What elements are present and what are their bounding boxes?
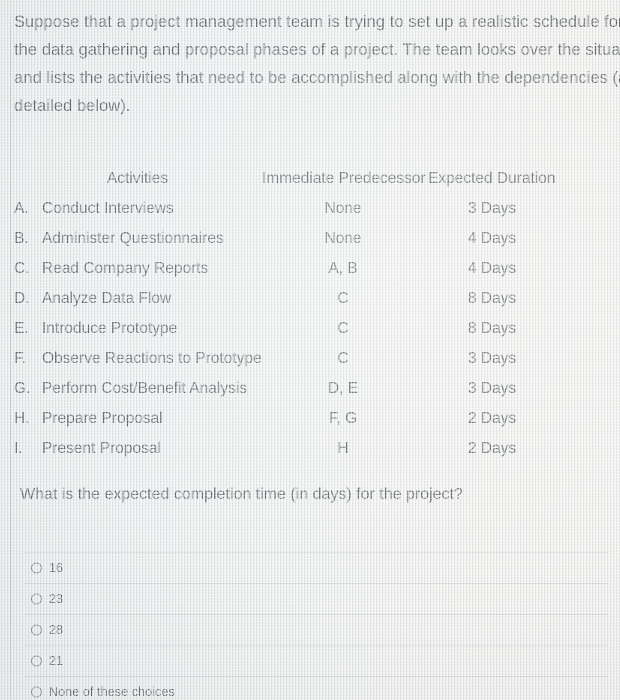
row-letter: D. [14, 290, 30, 307]
row-predecessor: C [337, 320, 349, 337]
row-duration: 3 Days [467, 380, 517, 397]
activity-dependency-table: Activities Immediate Predecessor Expecte… [0, 170, 620, 470]
radio-button-icon[interactable] [31, 655, 42, 666]
row-activity: Analyze Data Flow [42, 290, 172, 307]
row-predecessor: D, E [327, 380, 359, 397]
row-activity: Introduce Prototype [42, 320, 178, 337]
table-row: D. Analyze Data Flow C 8 Days [0, 290, 620, 320]
row-duration: 8 Days [467, 290, 517, 307]
answer-option[interactable]: 23 [0, 583, 620, 614]
row-activity: Conduct Interviews [42, 200, 174, 217]
row-duration: 4 Days [467, 230, 517, 247]
row-letter: G. [14, 380, 31, 397]
radio-button-icon[interactable] [31, 686, 42, 697]
table-row: H. Prepare Proposal F, G 2 Days [0, 410, 620, 440]
row-letter: B. [14, 230, 29, 247]
row-predecessor: C [337, 290, 349, 307]
question-prompt-paragraph: Suppose that a project management team i… [14, 8, 620, 120]
answer-option[interactable]: None of these choices [0, 676, 620, 700]
answer-option-label: 28 [49, 622, 64, 637]
row-letter: H. [14, 410, 30, 427]
quiz-screenshot: Suppose that a project management team i… [0, 0, 620, 700]
row-letter: A. [14, 200, 29, 217]
row-duration: 3 Days [467, 350, 517, 367]
table-header-row: Activities Immediate Predecessor Expecte… [0, 170, 620, 200]
prompt-line: and lists the activities that need to be… [14, 69, 620, 87]
table-row: I. Present Proposal H 2 Days [0, 440, 620, 470]
row-activity: Prepare Proposal [42, 410, 163, 427]
answer-options-list: 16 23 28 21 None of these choices [0, 552, 620, 700]
radio-button-icon[interactable] [31, 624, 42, 635]
table-row: G. Perform Cost/Benefit Analysis D, E 3 … [0, 380, 620, 410]
answer-option-label: 16 [49, 560, 64, 575]
prompt-line: detailed below). [14, 97, 131, 115]
table-row: B. Administer Questionnaires None 4 Days [0, 230, 620, 260]
row-predecessor: A, B [328, 260, 358, 277]
answer-option[interactable]: 16 [0, 552, 620, 583]
question-text: What is the expected completion time (in… [20, 486, 463, 503]
answer-option[interactable]: 21 [0, 645, 620, 676]
row-predecessor: C [337, 350, 349, 367]
row-activity: Administer Questionnaires [42, 230, 224, 247]
row-duration: 3 Days [467, 200, 517, 217]
row-predecessor: None [324, 230, 362, 247]
column-header-activities: Activities [106, 170, 169, 187]
answer-option[interactable]: 28 [0, 614, 620, 645]
row-duration: 8 Days [467, 320, 517, 337]
row-letter: C. [14, 260, 30, 277]
column-header-duration: Expected Duration [428, 170, 556, 187]
row-letter: E. [14, 320, 29, 337]
row-letter: F. [14, 350, 27, 367]
row-predecessor: H [337, 440, 349, 457]
prompt-line: Suppose that a project management team i… [14, 13, 620, 31]
table-row: E. Introduce Prototype C 8 Days [0, 320, 620, 350]
row-duration: 2 Days [467, 410, 517, 427]
table-row: C. Read Company Reports A, B 4 Days [0, 260, 620, 290]
table-row: F. Observe Reactions to Prototype C 3 Da… [0, 350, 620, 380]
row-predecessor: None [324, 200, 362, 217]
answer-option-label: None of these choices [49, 684, 175, 699]
prompt-line: the data gathering and proposal phases o… [14, 41, 620, 59]
row-duration: 2 Days [467, 440, 517, 457]
column-header-predecessor: Immediate Predecessor [262, 170, 426, 187]
row-duration: 4 Days [467, 260, 517, 277]
answer-option-label: 21 [49, 653, 64, 668]
row-letter: I. [14, 440, 23, 457]
row-predecessor: F, G [328, 410, 358, 427]
radio-button-icon[interactable] [31, 593, 42, 604]
row-activity: Read Company Reports [42, 260, 209, 277]
row-activity: Present Proposal [42, 440, 161, 457]
table-row: A. Conduct Interviews None 3 Days [0, 200, 620, 230]
row-activity: Observe Reactions to Prototype [42, 350, 262, 367]
answer-option-label: 23 [49, 591, 64, 606]
row-activity: Perform Cost/Benefit Analysis [42, 380, 248, 397]
radio-button-icon[interactable] [31, 562, 42, 573]
